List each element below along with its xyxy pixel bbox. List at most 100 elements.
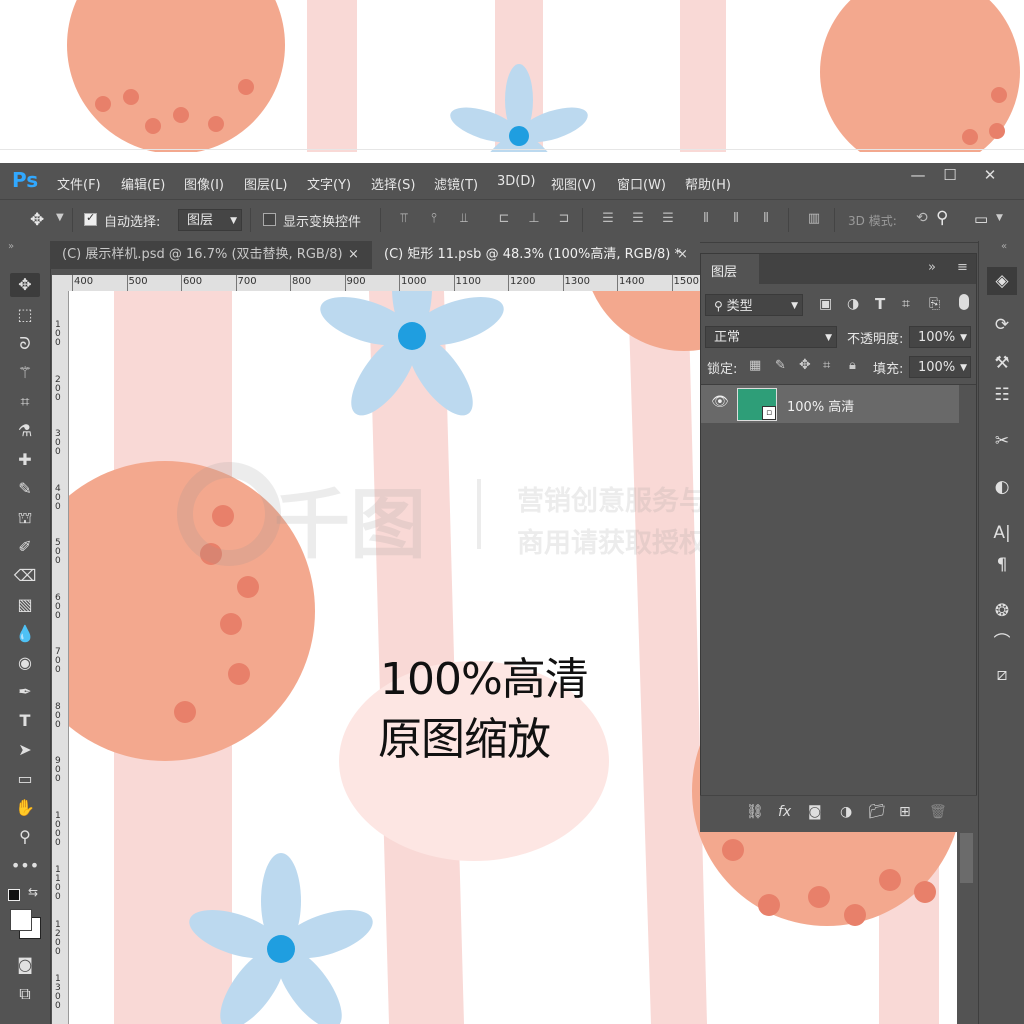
- clone-stamp-icon[interactable]: ⛫: [10, 506, 40, 530]
- add-mask-icon[interactable]: ◙: [808, 804, 822, 820]
- menu-edit[interactable]: 编辑(E): [121, 174, 165, 193]
- align-right-icon[interactable]: ⊐: [556, 211, 572, 227]
- collapse-icon[interactable]: »: [8, 241, 14, 252]
- filter-pixel-icon[interactable]: ▣: [819, 296, 832, 312]
- blur-tool-icon[interactable]: 💧: [10, 622, 40, 646]
- menu-view[interactable]: 视图(V): [551, 174, 596, 193]
- brush-tool-icon[interactable]: ✎: [10, 477, 40, 501]
- menu-layer[interactable]: 图层(L): [244, 174, 287, 193]
- filter-type-dropdown[interactable]: ⚲ 类型 ▼: [705, 294, 803, 316]
- align-top-icon[interactable]: ⫪: [396, 211, 412, 227]
- link-layers-icon[interactable]: ⛓: [746, 804, 764, 820]
- type-tool-icon[interactable]: T: [10, 709, 40, 733]
- default-colors-icon[interactable]: [8, 889, 20, 901]
- vertical-ruler[interactable]: 100 200 300 400 500 600 700 800 900 1000 1100 1200 1…: [52, 291, 69, 1024]
- filter-smart-object-icon[interactable]: ⎘: [929, 296, 940, 312]
- restore-button[interactable]: ☐: [930, 163, 970, 189]
- quick-mask-icon[interactable]: ◙: [10, 953, 40, 977]
- dodge-tool-icon[interactable]: ◉: [10, 651, 40, 675]
- paths-panel-icon[interactable]: ⌒: [987, 629, 1017, 657]
- filter-adjustment-icon[interactable]: ◑: [847, 296, 859, 312]
- fill-input[interactable]: 100% ▼: [909, 356, 971, 378]
- lock-pixels-icon[interactable]: ✎: [775, 358, 786, 373]
- gradient-tool-icon[interactable]: ▧: [10, 593, 40, 617]
- menu-type[interactable]: 文字(Y): [307, 174, 351, 193]
- tab-rectangle[interactable]: (C) 矩形 11.psb @ 48.3% (100%高清, RGB/8) * …: [372, 241, 700, 269]
- align-bottom-icon[interactable]: ⫫: [456, 211, 472, 227]
- brush-settings-icon[interactable]: ✂: [987, 427, 1017, 455]
- distribute-left-icon[interactable]: ⦀: [698, 211, 714, 227]
- filter-type-icon[interactable]: T: [875, 295, 885, 313]
- adjustments-panel-icon[interactable]: ◐: [987, 473, 1017, 501]
- search-icon[interactable]: ⚲: [936, 208, 948, 228]
- path-select-icon[interactable]: ➤: [10, 738, 40, 762]
- collapse-panel-icon[interactable]: »: [928, 260, 936, 275]
- foreground-color-swatch[interactable]: [10, 909, 32, 931]
- crop-tool-icon[interactable]: ⌗: [10, 390, 40, 414]
- swap-colors-icon[interactable]: ⇆: [28, 885, 38, 899]
- align-vcenter-icon[interactable]: ⫯: [426, 211, 442, 227]
- eye-icon[interactable]: 👁︎: [711, 394, 729, 410]
- distribute-top-icon[interactable]: ☰: [600, 211, 616, 227]
- eyedropper-icon[interactable]: ⚗: [10, 419, 40, 443]
- history-panel-icon[interactable]: ⟳: [987, 311, 1017, 339]
- workspace-icon[interactable]: ▭: [974, 210, 988, 228]
- menu-window[interactable]: 窗口(W): [617, 174, 666, 193]
- opacity-input[interactable]: 100% ▼: [909, 326, 971, 348]
- scrollbar-thumb[interactable]: [960, 833, 973, 883]
- history-brush-icon[interactable]: ✐: [10, 535, 40, 559]
- distribute-bottom-icon[interactable]: ☰: [660, 211, 676, 227]
- layer-row[interactable]: 👁︎ ▫ 100% 高清: [701, 385, 959, 423]
- lock-artboard-icon[interactable]: ⌗: [823, 358, 830, 373]
- chevron-down-icon[interactable]: ▼: [996, 213, 1003, 223]
- pen-tool-icon[interactable]: ✒: [10, 680, 40, 704]
- screen-mode-icon[interactable]: ⧉: [10, 982, 40, 1006]
- distribute-right-icon[interactable]: ⦀: [758, 211, 774, 227]
- rectangle-tool-icon[interactable]: ▭: [10, 767, 40, 791]
- adjustment-layer-icon[interactable]: ◑: [840, 804, 852, 820]
- paragraph-panel-icon[interactable]: ¶: [987, 551, 1017, 579]
- horizontal-ruler[interactable]: 400 500 600 700 800 900 1000 1100 1200 1300 1400 15…: [68, 275, 700, 292]
- close-window-button[interactable]: ✕: [970, 163, 1010, 189]
- new-layer-icon[interactable]: ⊞: [899, 804, 911, 820]
- collapse-icon[interactable]: «: [1001, 241, 1007, 252]
- new-group-icon[interactable]: 📁︎: [868, 804, 886, 820]
- align-left-icon[interactable]: ⊏: [496, 211, 512, 227]
- menu-select[interactable]: 选择(S): [371, 174, 415, 193]
- glyphs-panel-icon[interactable]: ⧄: [987, 661, 1017, 689]
- rotate-3d-icon[interactable]: ⟲: [916, 210, 928, 226]
- chevron-down-icon[interactable]: ▼: [56, 212, 64, 223]
- filter-toggle[interactable]: [959, 294, 969, 310]
- menu-3d[interactable]: 3D(D): [497, 174, 535, 189]
- lock-all-icon[interactable]: 🔒︎: [849, 358, 856, 373]
- properties-panel-icon[interactable]: ☷: [987, 381, 1017, 409]
- lock-position-icon[interactable]: ✥: [799, 357, 811, 373]
- magic-wand-icon[interactable]: ⚚: [10, 361, 40, 385]
- distribute-hcenter-icon[interactable]: ⦀: [728, 211, 744, 227]
- show-transform-checkbox[interactable]: [263, 213, 276, 226]
- zoom-tool-icon[interactable]: ⚲: [10, 825, 40, 849]
- more-tools-icon[interactable]: •••: [10, 854, 40, 878]
- character-panel-icon[interactable]: A|: [987, 519, 1017, 547]
- menu-image[interactable]: 图像(I): [184, 174, 224, 193]
- fx-icon[interactable]: fx: [778, 804, 791, 820]
- channels-panel-icon[interactable]: ❂: [987, 597, 1017, 625]
- auto-select-dropdown[interactable]: 图层 ▼: [178, 209, 242, 231]
- blend-mode-dropdown[interactable]: 正常 ▼: [705, 326, 837, 348]
- lock-transparent-icon[interactable]: ▦: [749, 358, 761, 373]
- auto-select-checkbox[interactable]: [84, 211, 97, 226]
- close-tab-icon[interactable]: ×: [348, 241, 359, 269]
- trash-icon[interactable]: 🗑︎: [929, 804, 947, 820]
- tool-presets-icon[interactable]: ⚒: [987, 349, 1017, 377]
- eraser-tool-icon[interactable]: ⌫: [10, 564, 40, 588]
- lasso-tool-icon[interactable]: ᘐ: [10, 332, 40, 356]
- menu-filter[interactable]: 滤镜(T): [434, 174, 478, 193]
- layers-panel-icon[interactable]: ◈: [987, 267, 1017, 295]
- hand-tool-icon[interactable]: ✋: [10, 796, 40, 820]
- align-hcenter-icon[interactable]: ⊥: [526, 211, 542, 227]
- tab-mockup[interactable]: (C) 展示样机.psd @ 16.7% (双击替换, RGB/8) ×: [50, 241, 370, 269]
- marquee-tool-icon[interactable]: ⬚: [10, 303, 40, 327]
- close-tab-icon[interactable]: ×: [677, 241, 688, 269]
- panel-menu-icon[interactable]: ≡: [957, 260, 968, 275]
- auto-align-icon[interactable]: ▥: [806, 211, 822, 227]
